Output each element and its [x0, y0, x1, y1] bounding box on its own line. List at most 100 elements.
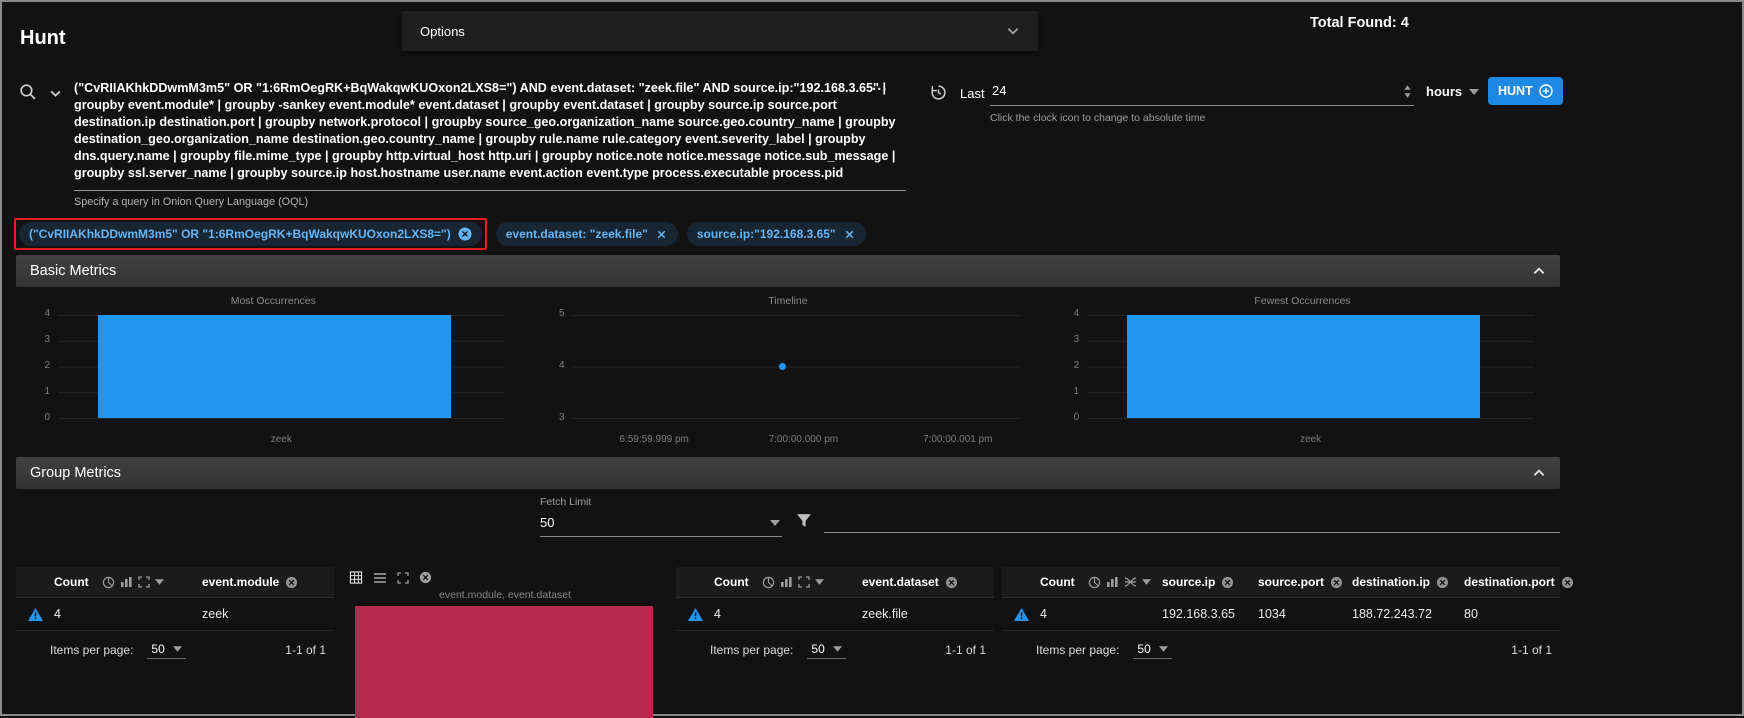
basic-metrics-header[interactable]: Basic Metrics [16, 255, 1560, 287]
items-per-page-label: Items per page: [1036, 642, 1120, 657]
close-circle-icon[interactable] [419, 571, 432, 584]
count-header-label[interactable]: Count [1040, 575, 1075, 589]
caret-down-icon [172, 646, 182, 652]
plus-circle-icon [1539, 84, 1553, 98]
remove-filter-icon[interactable] [458, 227, 472, 241]
timeline-point[interactable] [779, 363, 787, 370]
hunt-button-label: HUNT [1498, 84, 1533, 98]
count-value: 4 [1040, 607, 1047, 621]
remove-filter-icon[interactable] [843, 228, 856, 241]
group-metrics-header[interactable]: Group Metrics [16, 457, 1560, 489]
filter-chip-label: event.dataset: "zeek.file" [505, 227, 648, 241]
page-size-select[interactable]: 50 [807, 640, 846, 659]
time-range-hint: Click the clock icon to change to absolu… [990, 112, 1206, 124]
sankey-icon[interactable] [1124, 576, 1137, 588]
query-helper-text: Specify a query in Onion Query Language … [74, 196, 309, 208]
count-header-label[interactable]: Count [54, 575, 89, 589]
y-tick: 1 [44, 386, 50, 397]
y-tick: 3 [1073, 334, 1080, 345]
caret-down-icon[interactable] [814, 579, 824, 585]
table-row[interactable]: 4 zeek.file [676, 598, 994, 631]
column-header-cell: event.dataset [862, 575, 994, 589]
bar-zeek[interactable] [98, 315, 451, 418]
filter-chip-dataset[interactable]: event.dataset: "zeek.file" [495, 222, 678, 246]
y-axis: 4 3 2 1 0 [1055, 309, 1080, 423]
table-pagination: Items per page: 50 1-1 of 1 [16, 631, 334, 668]
group-table-event-module: Count event.module 4 zeek Items per page… [16, 567, 334, 668]
page-size-select[interactable]: 50 [1133, 640, 1172, 659]
options-panel-toggle[interactable]: Options [402, 11, 1038, 51]
page-size-select[interactable]: 50 [147, 640, 186, 659]
table-row[interactable]: 4 192.168.3.65 1034 188.72.243.72 80 [1002, 598, 1560, 631]
column-header-label[interactable]: source.port [1258, 575, 1324, 589]
column-header-label[interactable]: destination.port [1464, 575, 1555, 589]
sankey-node-bar[interactable] [355, 606, 653, 718]
warning-triangle-icon[interactable] [1013, 607, 1030, 622]
query-more-button[interactable]: ... [866, 76, 894, 95]
page-range-label: 1-1 of 1 [945, 642, 986, 657]
maximize-icon[interactable] [397, 571, 409, 584]
remove-filter-icon[interactable] [655, 228, 668, 241]
x-category-label: zeek [270, 434, 292, 445]
x-category-label: zeek [1299, 434, 1322, 445]
query-input[interactable]: ("CvRIIAKhkDDwmM3m5" OR "1:6RmOegRK+BqWa… [74, 80, 906, 191]
chevron-up-icon[interactable] [1532, 466, 1546, 480]
column-header-label[interactable]: event.dataset [862, 575, 939, 589]
pie-chart-icon[interactable] [1088, 576, 1101, 589]
field-value: zeek.file [862, 607, 908, 621]
bar-zeek[interactable] [1127, 315, 1481, 418]
time-unit-select[interactable]: hours [1426, 84, 1480, 99]
filter-chip-source-ip[interactable]: source.ip:"192.168.3.65" [686, 222, 866, 246]
options-label: Options [420, 23, 465, 39]
pie-chart-icon[interactable] [102, 576, 115, 589]
page-range-label: 1-1 of 1 [1511, 642, 1552, 657]
sankey-toolbar [347, 567, 663, 588]
pie-chart-icon[interactable] [762, 576, 775, 589]
bar-chart-icon[interactable] [120, 576, 133, 588]
column-header-cell: destination.ip [1352, 575, 1464, 589]
chevron-up-icon[interactable] [1532, 264, 1546, 278]
maximize-icon[interactable] [798, 576, 810, 588]
time-range-value[interactable]: 24 [992, 83, 1006, 98]
caret-down-icon[interactable] [154, 579, 164, 585]
list-view-icon[interactable] [373, 572, 387, 584]
column-header-label[interactable]: destination.ip [1352, 575, 1430, 589]
query-presets-caret-icon[interactable] [49, 87, 62, 100]
grid-view-icon[interactable] [349, 571, 363, 584]
y-axis: 4 3 2 1 0 [26, 309, 50, 423]
filter-chip-id[interactable]: ("CvRIIAKhkDDwmM3m5" OR "1:6RmOegRK+BqWa… [19, 222, 482, 246]
page-size-value: 50 [1137, 642, 1151, 656]
basic-metrics-charts: Most Occurrences 4 3 2 1 0 zeek Timeline… [16, 289, 1560, 453]
bar-chart-icon[interactable] [780, 576, 793, 588]
remove-column-icon[interactable] [1561, 576, 1574, 589]
remove-column-icon[interactable] [1330, 576, 1343, 589]
bar-chart-icon[interactable] [1106, 576, 1119, 588]
warning-triangle-icon[interactable] [687, 607, 704, 622]
fetch-limit-field: Fetch Limit 50 [540, 496, 782, 537]
column-header-label[interactable]: event.module [202, 575, 279, 589]
items-per-page-label: Items per page: [50, 642, 134, 657]
hunt-button[interactable]: HUNT [1488, 77, 1563, 105]
query-section: ("CvRIIAKhkDDwmM3m5" OR "1:6RmOegRK+BqWa… [2, 74, 1742, 224]
column-header-label[interactable]: source.ip [1162, 575, 1215, 589]
history-icon[interactable] [930, 84, 947, 101]
number-spinner-icon[interactable] [1403, 84, 1412, 99]
remove-column-icon[interactable] [285, 576, 298, 589]
table-header-row: Count source.ip source.port destination.… [1002, 567, 1573, 598]
y-tick: 2 [44, 360, 50, 371]
y-tick: 4 [44, 308, 50, 319]
remove-column-icon[interactable] [1436, 576, 1449, 589]
remove-column-icon[interactable] [945, 576, 958, 589]
time-range-input[interactable]: 24 [990, 78, 1414, 106]
caret-down-icon[interactable] [1141, 579, 1151, 585]
count-header-label[interactable]: Count [714, 575, 749, 589]
query-text[interactable]: ("CvRIIAKhkDDwmM3m5" OR "1:6RmOegRK+BqWa… [74, 80, 906, 182]
filter-icon[interactable] [796, 513, 812, 528]
warning-triangle-icon[interactable] [27, 607, 44, 622]
group-filter-input[interactable] [824, 532, 1560, 534]
table-row[interactable]: 4 zeek [16, 598, 334, 631]
remove-column-icon[interactable] [1221, 576, 1234, 589]
maximize-icon[interactable] [138, 576, 150, 588]
column-header-cell: destination.port [1464, 575, 1574, 589]
fetch-limit-select[interactable]: 50 [540, 510, 782, 537]
